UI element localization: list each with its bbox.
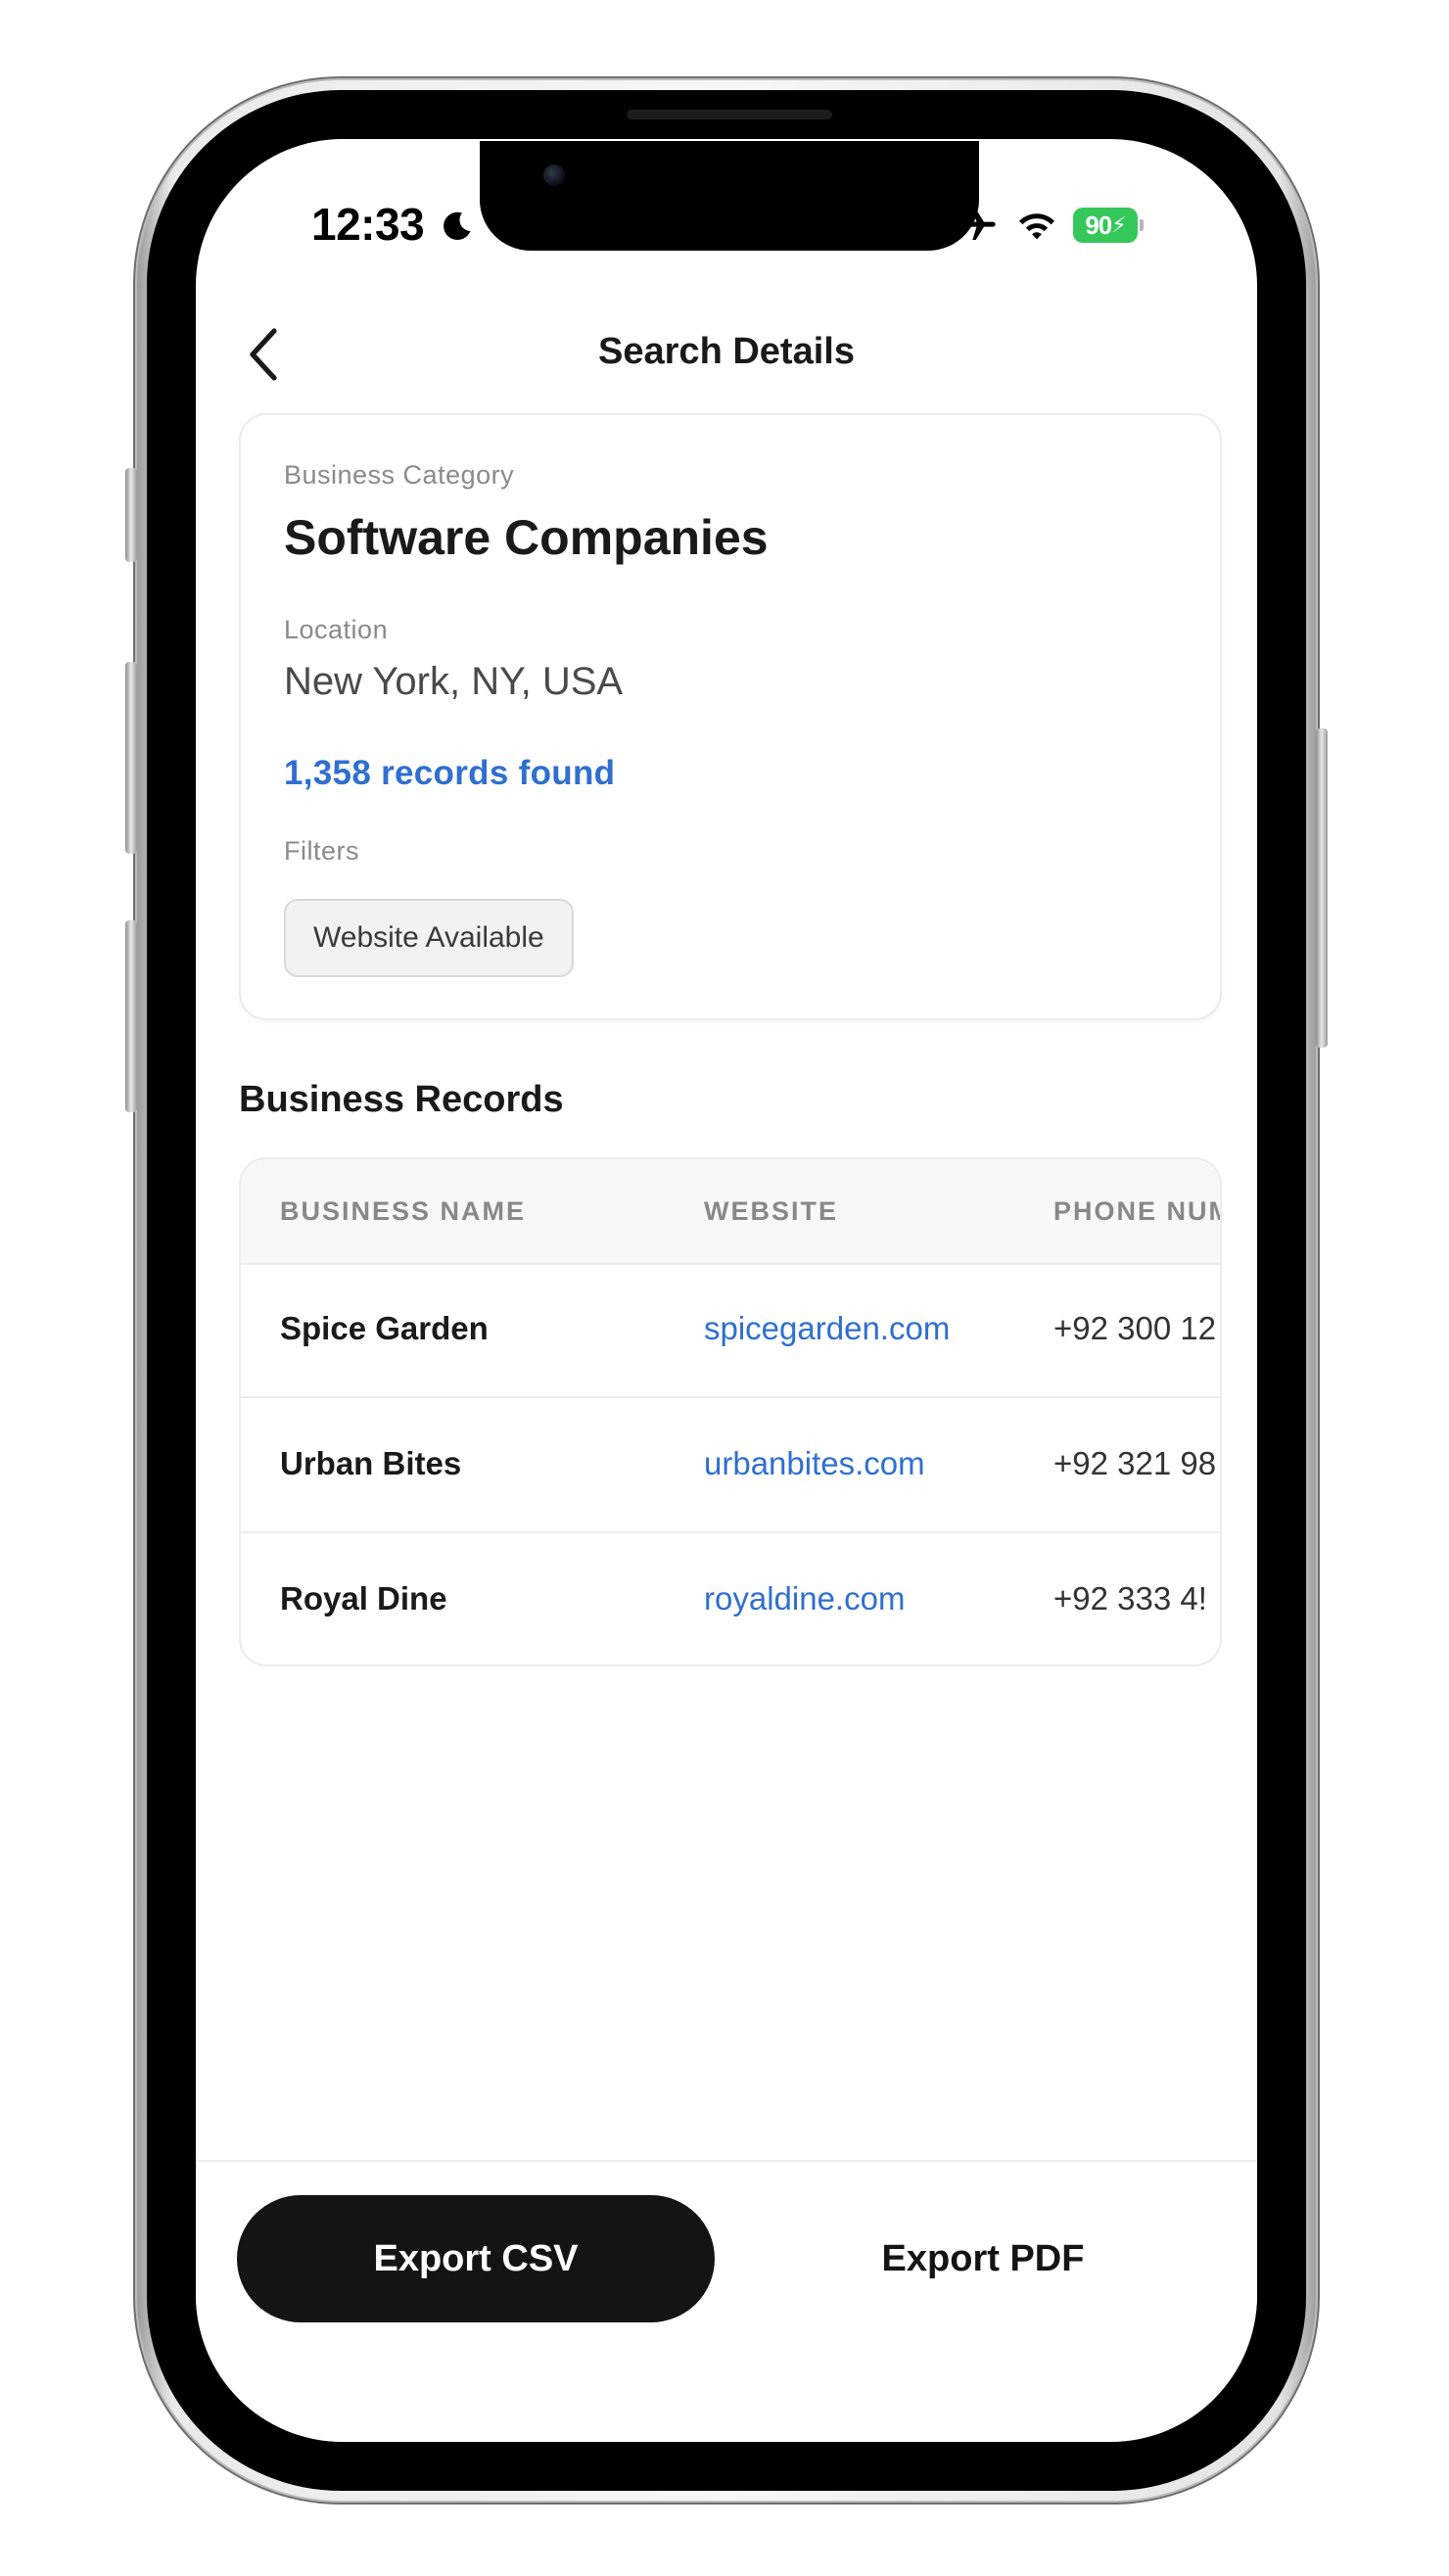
table-header: BUSINESS NAME WEBSITE PHONE NUM <box>241 1159 1222 1265</box>
section-title: Business Records <box>239 1079 564 1120</box>
business-name-cell: Royal Dine <box>280 1580 447 1616</box>
export-pdf-button[interactable]: Export PDF <box>744 2195 1222 2322</box>
column-header-website: WEBSITE <box>704 1196 839 1226</box>
export-csv-button[interactable]: Export CSV <box>237 2195 715 2322</box>
table-row[interactable]: Spice Garden spicegarden.com +92 300 12 <box>241 1263 1220 1398</box>
filter-chip-website-available[interactable]: Website Available <box>284 899 574 977</box>
website-link[interactable]: royaldine.com <box>704 1580 905 1617</box>
records-table[interactable]: BUSINESS NAME WEBSITE PHONE NUM Spice Ga… <box>239 1157 1222 1666</box>
search-summary-card: Business Category Software Companies Loc… <box>239 413 1222 1020</box>
earpiece-speaker <box>627 110 832 119</box>
column-header-phone: PHONE NUM <box>1053 1196 1222 1226</box>
battery-charging-icon: 90 ⚡ <box>1073 208 1138 243</box>
battery-indicator: 90 ⚡ <box>1073 208 1144 243</box>
table-row[interactable]: Royal Dine royaldine.com +92 333 4! <box>241 1533 1220 1664</box>
business-name-cell: Spice Garden <box>280 1310 489 1346</box>
table-row[interactable]: Urban Bites urbanbites.com +92 321 98 <box>241 1398 1220 1533</box>
phone-cell: +92 321 98 <box>1053 1445 1217 1481</box>
page-title: Search Details <box>598 331 855 372</box>
wifi-icon <box>1018 213 1055 240</box>
front-camera <box>543 164 565 186</box>
category-value: Software Companies <box>284 510 769 565</box>
power-button <box>1316 728 1328 1048</box>
moon-icon <box>444 211 471 241</box>
action-button <box>125 468 137 562</box>
battery-level: 90 <box>1085 210 1112 240</box>
screen: 12:33 90 ⚡ Search Details Business Catego… <box>196 139 1257 2442</box>
chevron-left-icon[interactable] <box>245 325 284 384</box>
status-time: 12:33 <box>311 199 425 250</box>
location-value: New York, NY, USA <box>284 660 624 703</box>
bottom-action-bar: Export CSV Export PDF <box>196 2160 1257 2442</box>
records-found-count: 1,358 records found <box>284 754 616 792</box>
location-label: Location <box>284 615 389 644</box>
volume-down-button <box>125 920 137 1112</box>
phone-cell: +92 333 4! <box>1053 1580 1207 1616</box>
status-icons: 90 ⚡ <box>958 206 1144 245</box>
charging-bolt: ⚡ <box>1111 212 1126 237</box>
battery-cap <box>1140 219 1144 231</box>
phone-cell: +92 300 12 <box>1053 1310 1217 1346</box>
column-header-business-name: BUSINESS NAME <box>280 1196 527 1226</box>
category-label: Business Category <box>284 460 515 490</box>
volume-up-button <box>125 662 137 854</box>
website-link[interactable]: spicegarden.com <box>704 1310 950 1347</box>
dynamic-island <box>480 141 979 251</box>
filters-label: Filters <box>284 836 359 866</box>
business-name-cell: Urban Bites <box>280 1445 462 1481</box>
website-link[interactable]: urbanbites.com <box>704 1445 925 1482</box>
